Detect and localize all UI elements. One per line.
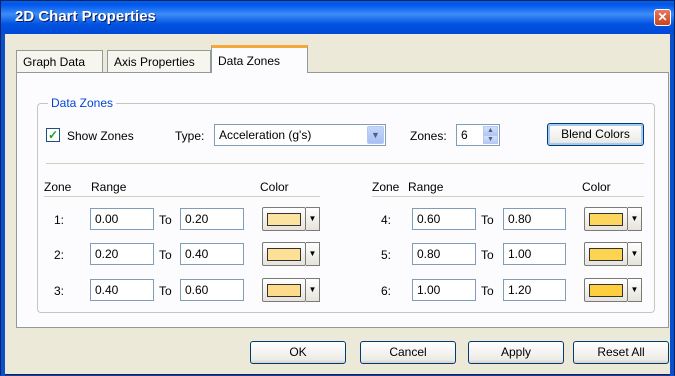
range-header-right: Range [408,180,444,194]
zones-label: Zones: [410,129,447,143]
chevron-down-icon[interactable]: ▼ [628,242,642,266]
chevron-down-icon[interactable]: ▼ [306,242,320,266]
zone-4-from-input[interactable]: 0.60 [412,208,476,230]
zone-4-to-input[interactable]: 0.80 [503,208,566,230]
window-title: 2D Chart Properties [15,8,156,25]
show-zones-label: Show Zones [67,129,134,143]
type-label: Type: [175,129,205,143]
color-swatch-frame[interactable] [262,207,306,231]
chevron-down-icon[interactable]: ▼ [628,278,642,302]
zone-2-color-picker[interactable]: ▼ [262,242,320,266]
show-zones-checkbox[interactable]: ✓ [46,128,60,142]
zones-value: 6 [461,128,468,142]
zone-5-label: 5: [381,248,392,262]
zone-1-from-input[interactable]: 0.00 [90,208,154,230]
chevron-up-icon[interactable]: ▲ [483,126,498,135]
zone-5-to-input[interactable]: 1.00 [503,243,566,265]
color-swatch-frame[interactable] [584,278,628,302]
ok-button[interactable]: OK [250,341,346,364]
color-swatch-frame[interactable] [584,242,628,266]
apply-button[interactable]: Apply [468,341,564,364]
tab-axis-properties[interactable]: Axis Properties [107,50,211,72]
zone-1-to-label: To [159,213,172,227]
window-border-right [670,34,674,376]
zone-1-to-input[interactable]: 0.20 [180,208,244,230]
zone-5-color-swatch [589,248,623,261]
zone-3-label: 3: [54,284,65,298]
zone-1-color-picker[interactable]: ▼ [262,207,320,231]
zones-stepper[interactable]: 6 ▲ ▼ [456,124,500,146]
data-zones-panel: Data Zones ✓ Show Zones Type: Accelerati… [16,72,669,328]
tab-data-zones[interactable]: Data Zones [211,45,308,73]
zone-6-to-label: To [481,284,494,298]
zone-header-left: Zone [44,180,72,194]
zone-6-color-swatch [589,284,623,297]
type-value: Acceleration (g's) [219,128,312,142]
blend-colors-label: Blend Colors [561,127,630,141]
cancel-label: Cancel [389,345,427,359]
chevron-down-icon[interactable]: ▼ [483,135,498,144]
color-header-right: Color [582,180,611,194]
chevron-down-icon[interactable]: ▼ [306,207,320,231]
color-swatch-frame[interactable] [262,242,306,266]
reset-all-label: Reset All [597,345,645,359]
title-bar: 2D Chart Properties ✕ [1,1,674,34]
window-border-left [1,34,5,376]
data-zones-group: Data Zones ✓ Show Zones Type: Accelerati… [37,96,655,313]
zone-2-color-swatch [267,248,301,261]
zone-6-to-input[interactable]: 1.20 [503,279,566,301]
zone-header-right: Zone [372,180,400,194]
zone-6-color-picker[interactable]: ▼ [584,278,642,302]
zone-6-from-input[interactable]: 1.00 [412,279,476,301]
chevron-down-icon[interactable]: ▼ [628,207,642,231]
apply-label: Apply [500,345,532,359]
zone-2-label: 2: [54,248,65,262]
zone-4-color-swatch [589,213,623,226]
zone-3-from-input[interactable]: 0.40 [90,279,154,301]
blend-colors-button[interactable]: Blend Colors [547,123,644,146]
color-swatch-frame[interactable] [584,207,628,231]
dialog-window: 2D Chart Properties ✕ Graph Data Axis Pr… [0,0,675,376]
header-underline-right [372,196,644,197]
zone-6-label: 6: [381,284,392,298]
cancel-button[interactable]: Cancel [360,341,456,364]
zone-2-from-input[interactable]: 0.20 [90,243,154,265]
zone-1-label: 1: [54,213,65,227]
range-header-left: Range [91,180,127,194]
close-icon[interactable]: ✕ [654,9,671,26]
zone-3-to-label: To [159,284,172,298]
zone-4-label: 4: [381,213,392,227]
zone-3-color-picker[interactable]: ▼ [262,278,320,302]
zone-2-to-label: To [159,248,172,262]
zone-1-color-swatch [267,213,301,226]
chevron-down-icon[interactable]: ▼ [306,278,320,302]
type-dropdown[interactable]: Acceleration (g's) ▼ [214,124,386,146]
zone-5-color-picker[interactable]: ▼ [584,242,642,266]
zone-5-from-input[interactable]: 0.80 [412,243,476,265]
reset-all-button[interactable]: Reset All [573,341,669,364]
zone-2-to-input[interactable]: 0.40 [180,243,244,265]
zone-5-to-label: To [481,248,494,262]
zone-4-to-label: To [481,213,494,227]
zone-3-to-input[interactable]: 0.60 [180,279,244,301]
separator [46,163,644,164]
chevron-down-icon[interactable]: ▼ [367,126,384,144]
ok-label: OK [289,345,307,359]
zone-4-color-picker[interactable]: ▼ [584,207,642,231]
tab-graph-data[interactable]: Graph Data [16,50,103,72]
color-header-left: Color [260,180,289,194]
color-swatch-frame[interactable] [262,278,306,302]
header-underline-left [44,196,320,197]
group-title: Data Zones [48,96,117,110]
zone-3-color-swatch [267,284,301,297]
